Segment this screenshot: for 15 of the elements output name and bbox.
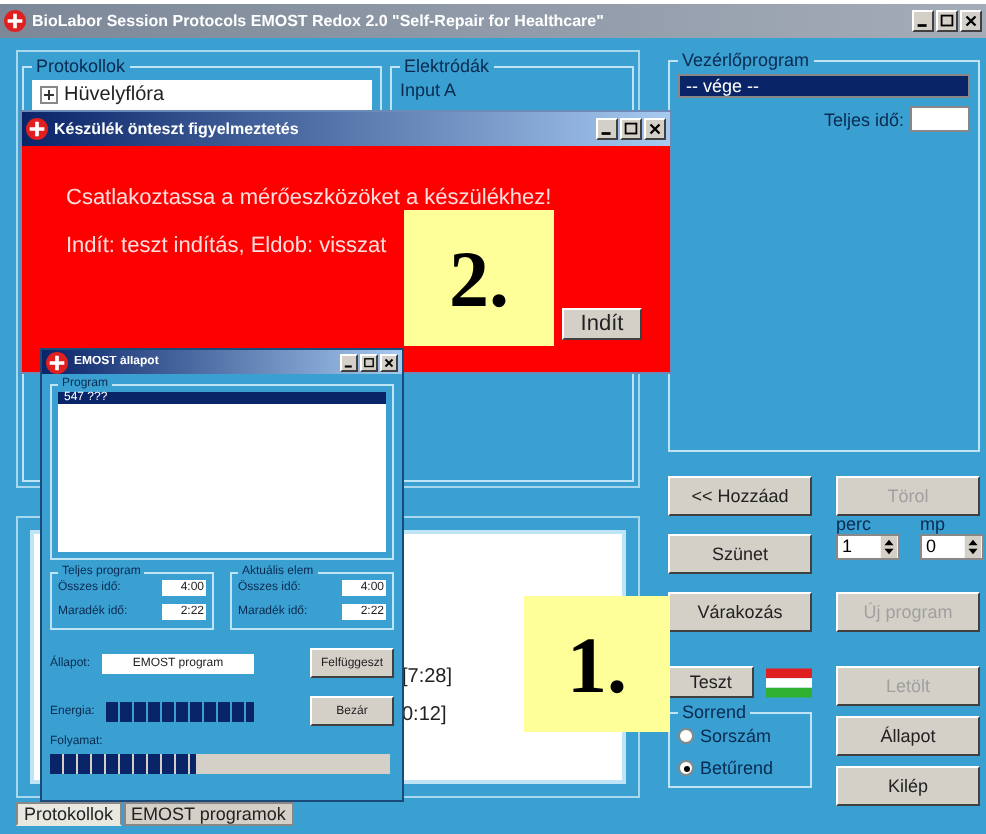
window-title: BioLabor Session Protocols EMOST Redox 2.0 "Self-Repair for Healthcare" xyxy=(32,12,606,30)
spinner-label: perc xyxy=(836,514,874,534)
group-title: Elektródák xyxy=(402,56,492,76)
warning-message: Csatlakoztassa a mérőeszközöket a készülékhez! xyxy=(66,186,552,210)
total-time-label: Teljes idő: xyxy=(823,109,904,129)
group-title: Sorrend xyxy=(680,702,749,722)
group-title: Protokollok xyxy=(34,56,128,76)
warning-message: Indít: teszt indítás, Eldob: visszat xyxy=(66,234,387,258)
spinner-label: mp xyxy=(920,514,948,534)
log-line: 0:12] xyxy=(402,703,447,726)
group-title: Vezérlőprogram xyxy=(680,50,812,70)
callout-label: 2. xyxy=(404,210,554,346)
dialog-title: Készülék önteszt figyelmeztetés xyxy=(54,120,301,138)
electrode-label: Input A xyxy=(400,80,459,100)
callout-label: 1. xyxy=(524,596,670,732)
